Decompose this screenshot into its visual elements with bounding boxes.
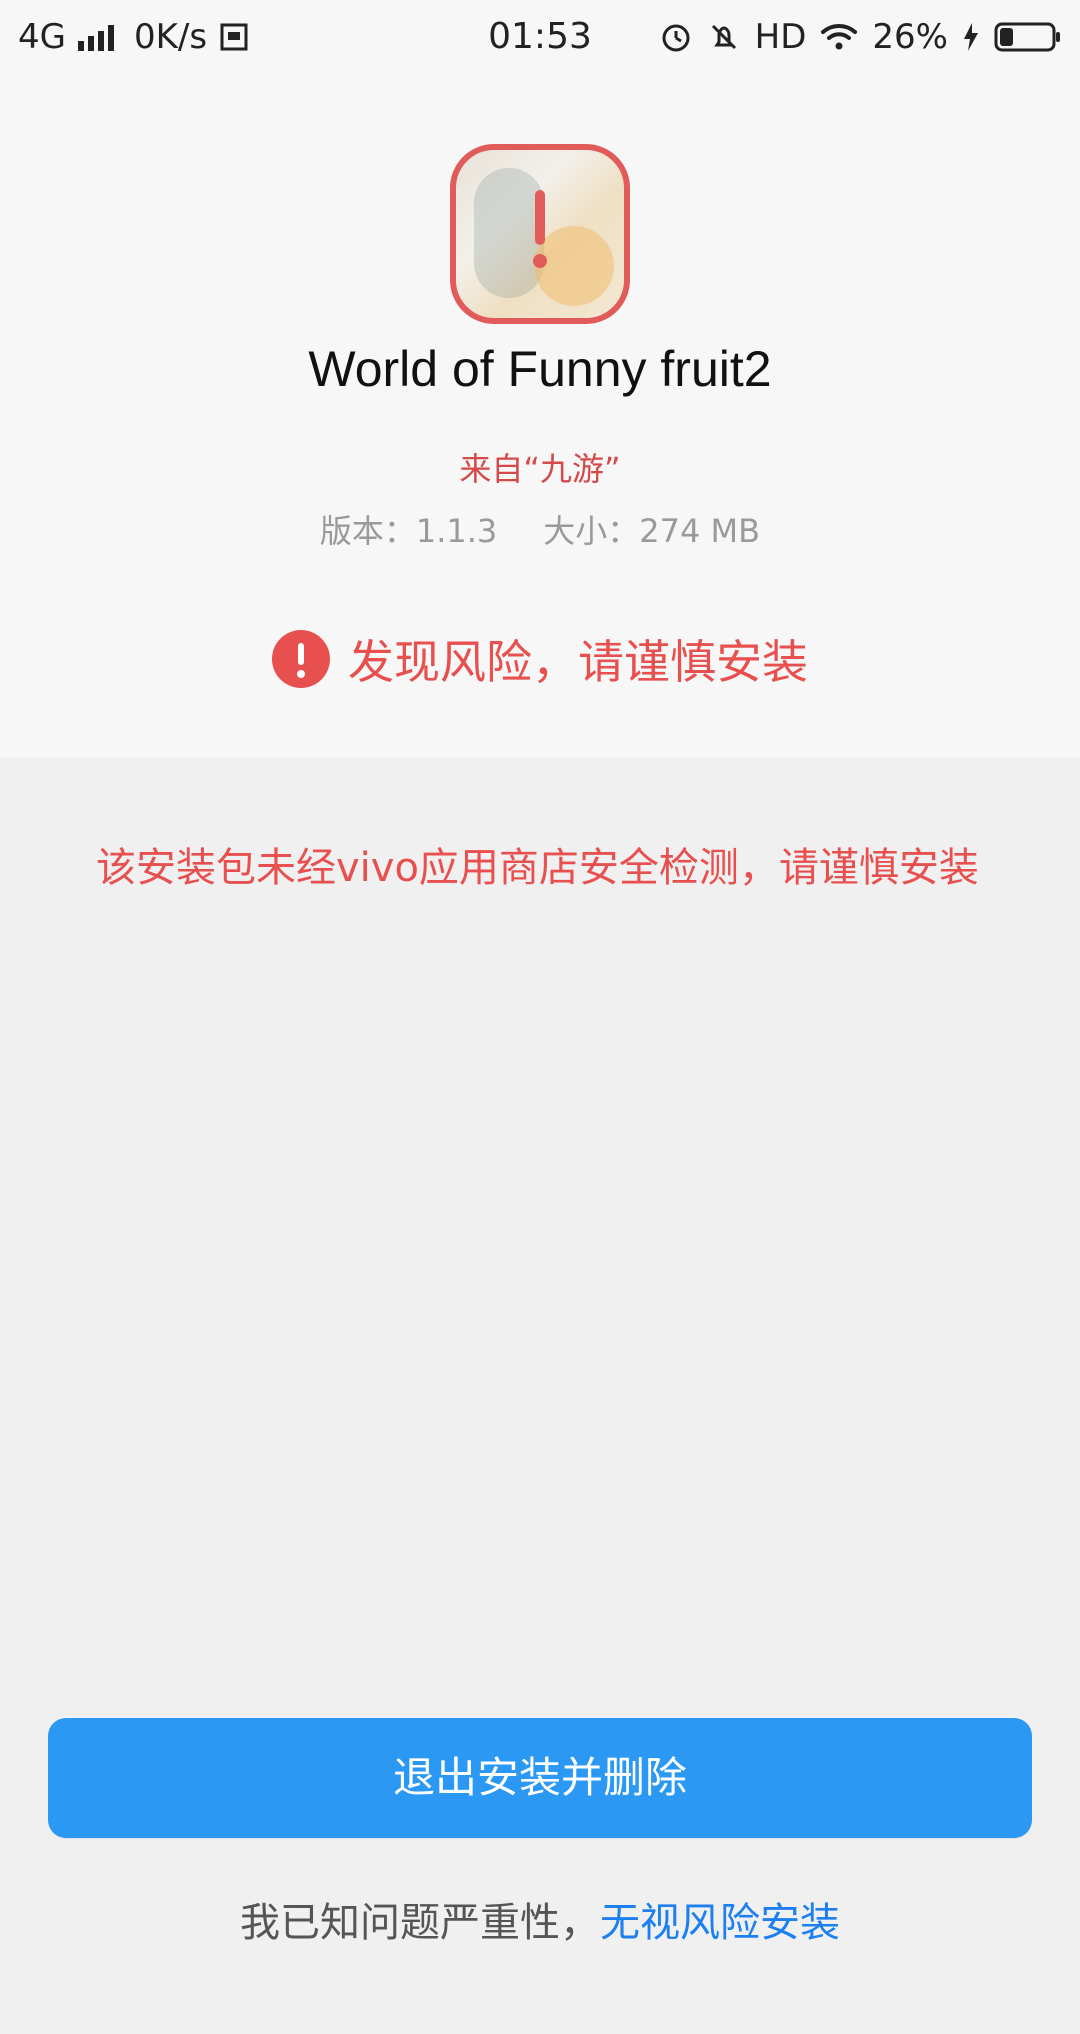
- battery-fill: [1000, 28, 1013, 46]
- app-icon: [450, 144, 630, 324]
- status-right: HD 26%: [659, 0, 1062, 74]
- battery-percent: 26%: [872, 17, 948, 57]
- bell-off-icon: [707, 20, 741, 54]
- warning-icon-bar: [298, 643, 304, 665]
- battery-icon: [994, 20, 1062, 54]
- app-version: 版本：1.1.3: [319, 512, 498, 550]
- network-speed: 0K/s: [133, 17, 208, 57]
- app-source: 来自“九游”: [459, 450, 621, 488]
- ignore-risk-install-link[interactable]: 无视风险安装: [600, 1900, 840, 1946]
- network-label: 4G: [18, 17, 66, 57]
- charging-bolt-icon: [962, 22, 980, 52]
- time-label: 01:53: [488, 16, 592, 57]
- hd-label: HD: [754, 17, 807, 57]
- risk-banner: 发现风险，请谨慎安装: [0, 626, 1080, 692]
- signal-icon: [77, 23, 122, 51]
- exit-and-delete-button[interactable]: 退出安装并删除: [48, 1718, 1032, 1838]
- app-icon-warning-bar: [535, 190, 545, 245]
- ignore-risk-footer: 我已知问题严重性，无视风险安装: [0, 1890, 1080, 1948]
- alarm-icon: [659, 20, 693, 54]
- app-name: World of Funny fruit2: [308, 341, 772, 397]
- wifi-icon: [820, 22, 858, 52]
- app-icon-art-fruit: [534, 226, 614, 306]
- risk-description: 该安装包未经vivo应用商店安全检测，请谨慎安装: [96, 845, 979, 891]
- app-icon-warning-dot: [533, 254, 547, 268]
- footer-prefix: 我已知问题严重性，: [240, 1900, 600, 1946]
- risk-title: 发现风险，请谨慎安装: [348, 635, 808, 689]
- status-left: 4G 0K/s: [18, 0, 249, 74]
- usb-icon: [219, 22, 249, 52]
- app-meta: 版本：1.1.3 大小：274 MB: [0, 506, 1080, 552]
- app-size: 大小：274 MB: [543, 512, 761, 550]
- app-icon-art-figure: [474, 168, 544, 298]
- app-info-panel: 4G 0K/s 01:53 HD 26% World of Funny frui…: [0, 0, 1080, 758]
- warning-icon: [272, 630, 330, 688]
- status-bar: 4G 0K/s 01:53 HD 26%: [0, 0, 1080, 74]
- warning-icon-dot: [297, 670, 305, 678]
